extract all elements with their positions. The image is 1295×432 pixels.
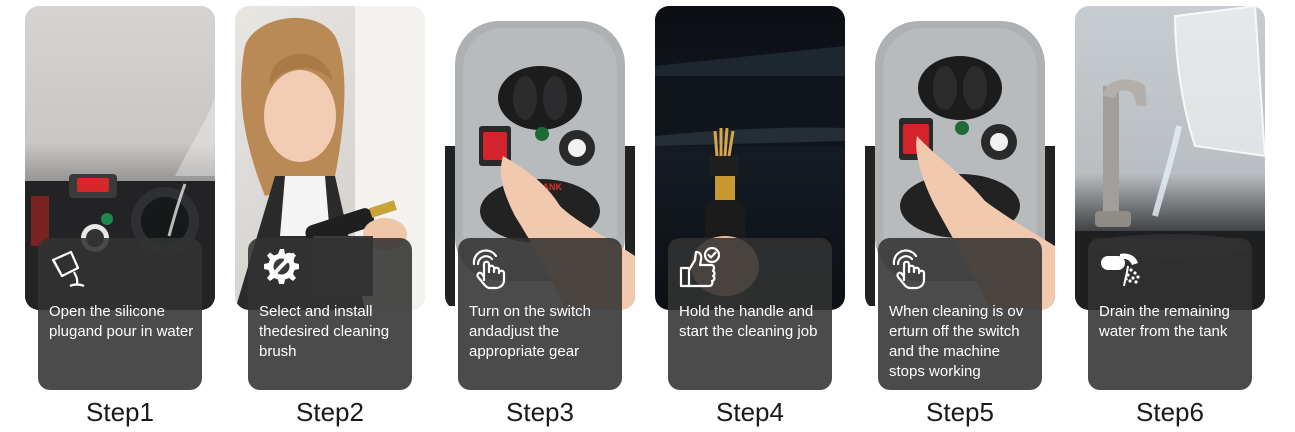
step-1-card: Open the silicone plugand pour in water (38, 238, 202, 390)
step-4-label: Step4 (716, 397, 784, 427)
thumbs-up-check-icon (679, 246, 721, 288)
step-1-description: Open the silicone plugand pour in water (49, 303, 194, 340)
steps-strip: Open the silicone plugand pour in water … (0, 0, 1295, 432)
gear-wrench-icon (264, 249, 299, 284)
step-2: Select and install thedesired cleaning b… (235, 0, 425, 432)
step-5-card: When cleaning is ov erturn off the switc… (878, 238, 1042, 390)
drain-water-icon (1101, 253, 1140, 287)
step-5-label: Step5 (926, 397, 994, 427)
step-6-card: Drain the remaining water from the tank (1088, 238, 1252, 390)
step-5-description: When cleaning is ov erturn off the switc… (889, 303, 1024, 380)
step-2-label: Step2 (296, 397, 364, 427)
step-1: Open the silicone plugand pour in water … (25, 0, 215, 432)
step-2-description: Select and install thedesired cleaning b… (259, 303, 390, 360)
step-4-description: Hold the handle and start the cleaning j… (679, 303, 818, 340)
step-1-label: Step1 (86, 397, 154, 427)
step-6-description: Drain the remaining water from the tank (1099, 303, 1230, 340)
step-3: LANK Turn on the switch andadjust the ap… (445, 0, 635, 432)
step-3-label: Step3 (506, 397, 574, 427)
step-4: Hold the handle and start the cleaning j… (655, 0, 845, 432)
step-6: Drain the remaining water from the tank … (1075, 0, 1265, 432)
step-3-description: Turn on the switch andadjust the appropr… (469, 303, 591, 360)
pour-water-icon (51, 250, 85, 288)
step-2-card: Select and install thedesired cleaning b… (248, 238, 412, 390)
step-4-card: Hold the handle and start the cleaning j… (668, 238, 832, 390)
step-3-card: Turn on the switch andadjust the appropr… (458, 238, 622, 390)
touch-hand-icon (472, 249, 506, 290)
step-6-label: Step6 (1136, 397, 1204, 427)
touch-hand-icon (892, 249, 926, 290)
step-5: When cleaning is ov erturn off the switc… (865, 0, 1055, 432)
